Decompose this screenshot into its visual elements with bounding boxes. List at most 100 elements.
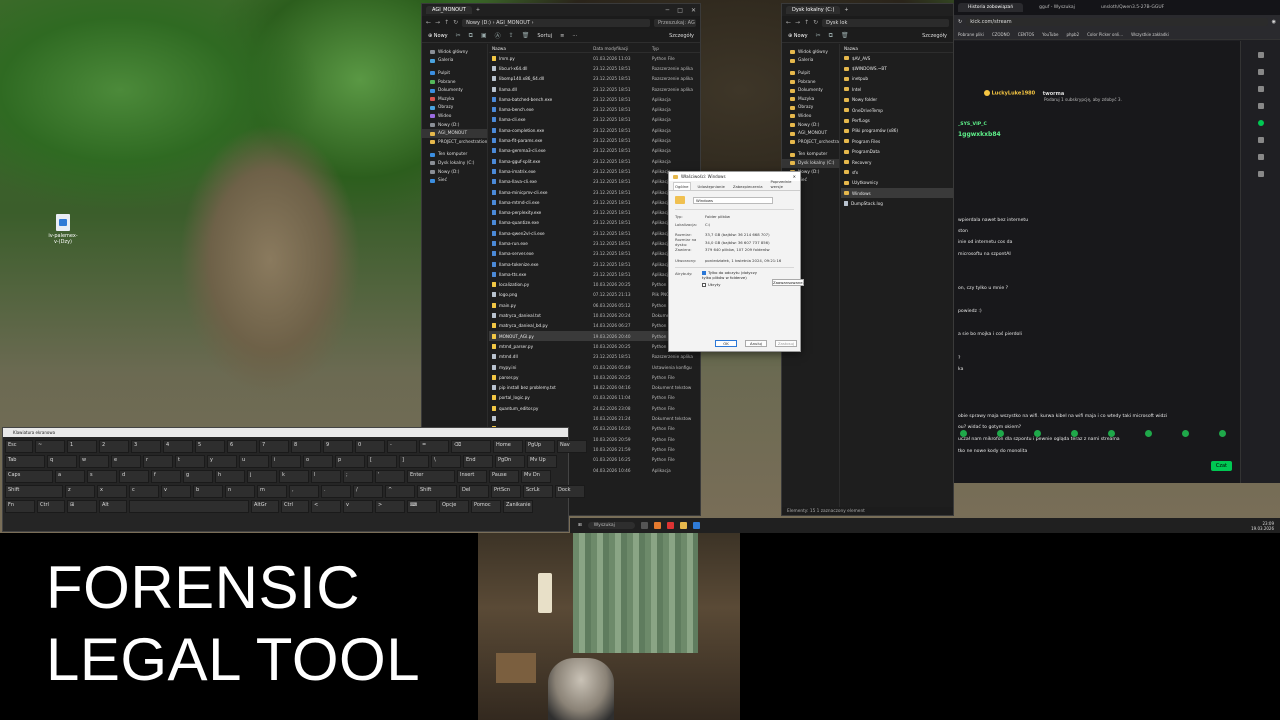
details-button[interactable]: Szczegóły (669, 33, 694, 39)
key-v[interactable]: v (161, 485, 191, 498)
view-button[interactable]: ≡ (560, 33, 564, 39)
browser-tab[interactable]: Historia zobowiązań (958, 3, 1024, 12)
file-row[interactable]: pip install bez problemy.txt 18.02.2026 0… (489, 383, 700, 393)
key-space[interactable] (129, 500, 249, 513)
key-Opcje[interactable]: Opcje (439, 500, 469, 513)
key-5[interactable]: 5 (195, 440, 225, 453)
emote-icon[interactable] (997, 430, 1004, 437)
folder-row[interactable]: Intel (841, 84, 953, 94)
key-Esc[interactable]: Esc (5, 440, 33, 453)
sidebar-item[interactable]: Wideo (782, 112, 839, 121)
key-Ctrl[interactable]: Ctrl (37, 500, 65, 513)
rail-icon[interactable] (1257, 103, 1264, 109)
key-Insert[interactable]: Insert (457, 470, 487, 483)
sidebar-item[interactable]: Widok główny (422, 48, 487, 57)
sidebar-item[interactable]: Dysk lokalny (C:) (422, 159, 487, 168)
folder-row[interactable]: $AV_AVS (841, 53, 953, 63)
refresh-icon[interactable]: ↻ (453, 19, 458, 26)
key-j[interactable]: j (247, 470, 277, 483)
up-icon[interactable]: ↑ (444, 19, 449, 26)
emote-icon[interactable] (1034, 430, 1041, 437)
cut-icon[interactable]: ✂ (456, 32, 461, 39)
key-2[interactable]: 2 (99, 440, 129, 453)
key-q[interactable]: q (47, 455, 77, 468)
key-n[interactable]: n (225, 485, 255, 498)
folder-name-input[interactable]: Windows (693, 196, 773, 204)
emote-icon[interactable] (1108, 430, 1115, 437)
forward-icon[interactable]: → (435, 19, 440, 26)
path-input[interactable]: Nowy (D:) › AGI_MONOUT › (462, 18, 650, 27)
sidebar-item[interactable]: Pulpit (782, 69, 839, 78)
profile-icon[interactable]: ◉ (1272, 19, 1276, 25)
sidebar-item[interactable]: Nowy (D:) (422, 168, 487, 177)
sidebar-item[interactable]: Sieć (422, 176, 487, 185)
key-;[interactable]: ; (343, 470, 373, 483)
chat-send-button[interactable]: Czat (1210, 461, 1232, 471)
folder-row[interactable]: Nowy folder (841, 95, 953, 105)
key-b[interactable]: b (193, 485, 223, 498)
file-row[interactable]: 10.03.2026 21:24 Dokument tekstow (489, 413, 700, 423)
key-8[interactable]: 8 (291, 440, 321, 453)
maximize-icon[interactable]: □ (677, 7, 683, 14)
emote-icon[interactable] (1145, 430, 1152, 437)
file-row[interactable]: lmm.py 01.03.2026 11:03 Python File (489, 53, 700, 63)
file-row[interactable]: libomp140.x86_64.dll 23.12.2025 18:51 Rozs… (489, 74, 700, 84)
sidebar-item[interactable]: Dokumenty (782, 86, 839, 95)
file-row[interactable]: llama-cli.exe 23.12.2025 18:51 Aplikacja (489, 115, 700, 125)
rail-icon[interactable] (1257, 154, 1264, 160)
start-icon[interactable]: ⊞ (578, 523, 582, 528)
sidebar-item[interactable]: Galeria (422, 57, 487, 66)
file-row[interactable]: quantum_editor.py 24.02.2026 23:08 Python … (489, 403, 700, 413)
hidden-checkbox[interactable]: Ukryty (702, 282, 762, 287)
key-=[interactable]: = (419, 440, 449, 453)
file-row[interactable]: portal_logic.py 01.03.2026 11:04 Python Fi… (489, 393, 700, 403)
key-i[interactable]: i (271, 455, 301, 468)
key-Ctrl[interactable]: Ctrl (281, 500, 309, 513)
file-row[interactable]: libcurl-x64.dll 23.12.2025 18:51 Rozszerze… (489, 63, 700, 73)
folder-row[interactable]: Recovery (841, 157, 953, 167)
sort-button[interactable]: Sortuj (537, 33, 552, 39)
key-Dock[interactable]: Dock (555, 485, 585, 498)
sidebar-item[interactable]: Nowy (D:) (422, 121, 487, 130)
bookmark-item[interactable]: CENTOS (1018, 32, 1034, 37)
bookmark-item[interactable]: Pobrane pliki (958, 32, 984, 37)
key-'[interactable]: ' (375, 470, 405, 483)
key-Mv Up[interactable]: Mv Up (527, 455, 557, 468)
back-icon[interactable]: ← (426, 19, 431, 26)
key-ScrLk[interactable]: ScrLk (523, 485, 553, 498)
file-row[interactable]: mypy.ini 01.03.2026 05:49 Ustawienia konfi… (489, 362, 700, 372)
key-1[interactable]: 1 (67, 440, 97, 453)
key-d[interactable]: d (119, 470, 149, 483)
url-input[interactable]: kick.com/stream (966, 18, 1268, 26)
explorer-tab[interactable]: AGI_MONOUT (426, 6, 472, 14)
sidebar-item[interactable]: Obrazy (422, 104, 487, 113)
cut-icon[interactable]: ✂ (816, 32, 821, 39)
key-p[interactable]: p (335, 455, 365, 468)
app-taskbar-icon[interactable] (666, 522, 674, 529)
key-k[interactable]: k (279, 470, 309, 483)
key-Mv Dn[interactable]: Mv Dn (521, 470, 551, 483)
close-icon[interactable]: ✕ (691, 7, 696, 14)
key-Pomoc[interactable]: Pomoc (471, 500, 501, 513)
rail-icon[interactable] (1257, 69, 1264, 75)
sidebar-item[interactable]: Pobrane (422, 78, 487, 87)
cancel-button[interactable]: Anuluj (745, 340, 767, 347)
folder-row[interactable]: ProgramData (841, 147, 953, 157)
paste-icon[interactable]: ▣ (481, 32, 487, 39)
key-Home[interactable]: Home (493, 440, 523, 453)
file-row[interactable]: llama-batched-bench.exe 23.12.2025 18:51 A… (489, 94, 700, 104)
key-s[interactable]: s (87, 470, 117, 483)
apply-button[interactable]: Zastosuj (775, 340, 797, 347)
key-.[interactable]: . (321, 485, 351, 498)
folder-row[interactable]: PerfLogs (841, 115, 953, 125)
up-icon[interactable]: ↑ (804, 19, 809, 26)
gift-user[interactable]: LuckyLuke1980 (992, 91, 1036, 97)
desktop-file-icon[interactable]: iv-palemex-v-(Dzy) (48, 214, 78, 245)
rail-icon[interactable] (1257, 86, 1264, 92)
key-f[interactable]: f (151, 470, 181, 483)
key-Caps[interactable]: Caps (5, 470, 53, 483)
key--[interactable]: - (387, 440, 417, 453)
key-/[interactable]: / (353, 485, 383, 498)
file-row[interactable]: llama-gguf-split.exe 23.12.2025 18:51 Apli… (489, 156, 700, 166)
emote-icon[interactable] (1071, 430, 1078, 437)
